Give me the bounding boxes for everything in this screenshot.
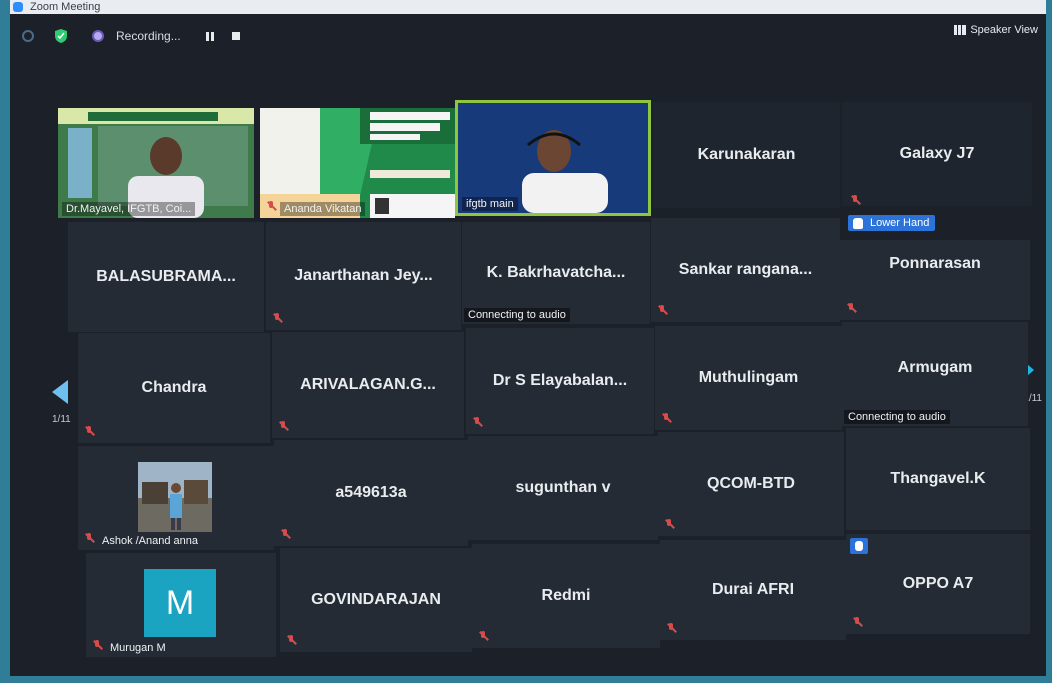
- participant-name: GOVINDARAJAN: [311, 591, 441, 608]
- muted-mic-icon: [272, 313, 282, 324]
- lower-hand-button[interactable]: Lower Hand: [848, 215, 936, 231]
- participant-tile[interactable]: Muthulingam: [655, 326, 842, 430]
- recording-label: Recording...: [116, 29, 181, 43]
- participant-tile[interactable]: Durai AFRI: [660, 540, 846, 640]
- avatar: M: [144, 569, 216, 637]
- zoom-window: Zoom Meeting Recording... Speaker View 1…: [10, 0, 1046, 676]
- participant-tile[interactable]: QCOM-BTD: [658, 432, 844, 536]
- muted-mic-icon: [850, 195, 860, 206]
- participant-name: Dr S Elayabalan...: [492, 372, 628, 389]
- muted-mic-icon: [84, 426, 94, 437]
- raised-hand-icon: [850, 538, 868, 554]
- participant-tile[interactable]: M Murugan M: [86, 553, 276, 657]
- participant-tile[interactable]: Ponnarasan: [840, 240, 1030, 320]
- participant-tile[interactable]: Chandra: [78, 333, 270, 443]
- muted-mic-icon: [280, 529, 290, 540]
- muted-mic-icon: [478, 631, 488, 642]
- connecting-audio-status: Connecting to audio: [464, 308, 570, 322]
- participant-name: Thangavel.K: [890, 470, 986, 487]
- participant-tile[interactable]: Ashok /Anand anna: [78, 446, 274, 550]
- participant-tile[interactable]: sugunthan v: [468, 436, 658, 540]
- meeting-toolbar: Recording... Speaker View: [10, 22, 1046, 50]
- participant-name: Sankar rangana...: [678, 261, 813, 278]
- participant-name: Galaxy J7: [899, 145, 975, 162]
- video-tile[interactable]: Ananda Vikatan: [260, 108, 455, 218]
- participant-tile[interactable]: Armugam Connecting to audio: [842, 322, 1028, 426]
- participant-tile[interactable]: Dr S Elayabalan...: [466, 328, 654, 434]
- pause-recording-icon[interactable]: [206, 32, 215, 41]
- participant-name: Ananda Vikatan: [280, 202, 366, 216]
- muted-mic-icon: [661, 413, 671, 424]
- connecting-audio-status: Connecting to audio: [844, 410, 950, 424]
- video-tile[interactable]: Dr.Mayavel, IFGTB, Coi...: [58, 108, 254, 218]
- participant-name: Armugam: [897, 358, 973, 376]
- muted-mic-icon: [84, 533, 94, 544]
- participant-name: Dr.Mayavel, IFGTB, Coi...: [62, 202, 196, 216]
- page-indicator-left: 1/11: [52, 414, 71, 425]
- muted-mic-icon: [266, 201, 276, 212]
- participant-tile[interactable]: ARIVALAGAN.G...: [272, 332, 464, 438]
- participant-tile[interactable]: OPPO A7: [846, 534, 1030, 634]
- participant-tile[interactable]: Janarthanan Jey...: [266, 222, 461, 330]
- participant-name: Murugan M: [110, 642, 166, 654]
- participant-name: K. Bakrhavatcha...: [486, 264, 626, 281]
- participant-tile[interactable]: Sankar rangana...: [651, 218, 840, 322]
- participant-name: a549613a: [335, 484, 407, 501]
- participant-tile[interactable]: Redmi: [472, 544, 660, 648]
- participant-tile[interactable]: Karunakaran: [653, 102, 840, 208]
- participant-tile[interactable]: BALASUBRAMA...: [68, 222, 264, 332]
- participant-name: Muthulingam: [698, 369, 799, 386]
- title-bar: Zoom Meeting: [10, 0, 1046, 14]
- participant-name: BALASUBRAMA...: [96, 268, 236, 285]
- participant-name: Redmi: [541, 587, 591, 604]
- video-tile-active-speaker[interactable]: ifgtb main: [455, 100, 651, 216]
- speaker-view-label: Speaker View: [970, 24, 1038, 36]
- participant-name: Ponnarasan: [889, 255, 981, 272]
- participant-tile[interactable]: a549613a: [274, 440, 468, 546]
- participant-name: sugunthan v: [515, 479, 611, 496]
- participant-name: QCOM-BTD: [707, 475, 795, 492]
- participant-name: ARIVALAGAN.G...: [300, 376, 436, 393]
- muted-mic-icon: [278, 421, 288, 432]
- participant-name: Durai AFRI: [711, 581, 795, 598]
- participant-tile[interactable]: Galaxy J7: [842, 102, 1032, 206]
- grid-icon: [954, 25, 967, 35]
- muted-mic-icon: [657, 305, 667, 316]
- stop-recording-icon[interactable]: [232, 32, 240, 40]
- muted-mic-icon: [92, 640, 102, 651]
- muted-mic-icon: [286, 635, 296, 646]
- muted-mic-icon: [852, 617, 862, 628]
- muted-mic-icon: [472, 417, 482, 428]
- shield-icon[interactable]: [55, 29, 67, 43]
- window-title: Zoom Meeting: [30, 1, 101, 13]
- muted-mic-icon: [666, 623, 676, 634]
- participant-name: Chandra: [141, 379, 207, 396]
- recording-icon: [92, 30, 104, 42]
- participant-name: ifgtb main: [462, 197, 518, 211]
- previous-page-arrow-icon[interactable]: [52, 380, 68, 404]
- muted-mic-icon: [846, 303, 856, 314]
- participant-name: Ashok /Anand anna: [102, 535, 199, 547]
- participant-tile[interactable]: K. Bakrhavatcha... Connecting to audio: [462, 222, 650, 324]
- info-icon[interactable]: [22, 30, 34, 42]
- raised-hand-icon: [853, 218, 863, 229]
- participant-tile[interactable]: GOVINDARAJAN: [280, 548, 472, 652]
- zoom-logo-icon: [13, 2, 23, 12]
- participant-tile[interactable]: Thangavel.K: [846, 428, 1030, 530]
- lower-hand-label: Lower Hand: [870, 217, 930, 229]
- participant-name: Janarthanan Jey...: [294, 267, 433, 284]
- participant-name: Karunakaran: [697, 146, 796, 163]
- profile-picture: [138, 462, 212, 532]
- muted-mic-icon: [664, 519, 674, 530]
- speaker-view-button[interactable]: Speaker View: [954, 22, 1038, 38]
- participant-name: OPPO A7: [902, 575, 974, 592]
